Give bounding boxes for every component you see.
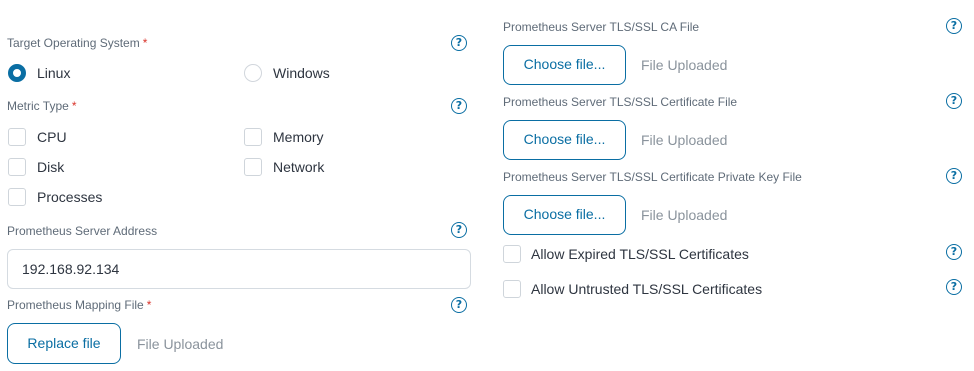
checkbox-processes-label: Processes [37, 189, 103, 205]
checkbox-disk[interactable] [8, 158, 26, 176]
checkbox-network-label: Network [273, 159, 325, 175]
radio-windows[interactable] [244, 64, 262, 82]
help-icon[interactable]: ? [946, 18, 962, 34]
help-icon[interactable]: ? [451, 35, 467, 51]
target-os-label: Target Operating System * [7, 36, 148, 50]
key-file-status: File Uploaded [641, 207, 728, 223]
replace-file-button[interactable]: Replace file [7, 323, 121, 364]
ca-file-choose-button[interactable]: Choose file... [503, 45, 626, 85]
radio-linux[interactable] [8, 64, 26, 82]
metric-type-label: Metric Type * [7, 99, 77, 113]
checkbox-disk-label: Disk [37, 159, 65, 175]
help-icon[interactable]: ? [451, 297, 467, 313]
cert-file-choose-button[interactable]: Choose file... [503, 120, 626, 160]
checkbox-cpu-label: CPU [37, 129, 67, 145]
allow-untrusted-label: Allow Untrusted TLS/SSL Certificates [531, 281, 763, 297]
checkbox-processes[interactable] [8, 188, 26, 206]
help-icon[interactable]: ? [946, 168, 962, 184]
cert-file-status: File Uploaded [641, 132, 728, 148]
key-file-choose-button[interactable]: Choose file... [503, 195, 626, 235]
checkbox-network[interactable] [244, 158, 262, 176]
required-mark: * [71, 99, 77, 113]
radio-windows-label: Windows [273, 65, 330, 81]
key-file-label: Prometheus Server TLS/SSL Certificate Pr… [503, 170, 802, 184]
allow-expired-checkbox[interactable] [503, 245, 521, 263]
help-icon[interactable]: ? [946, 279, 962, 295]
mapping-file-label: Prometheus Mapping File * [7, 298, 152, 312]
ca-file-status: File Uploaded [641, 57, 728, 73]
help-icon[interactable]: ? [451, 222, 467, 238]
mapping-file-status: File Uploaded [137, 336, 224, 352]
help-icon[interactable]: ? [451, 98, 467, 114]
cert-file-label: Prometheus Server TLS/SSL Certificate Fi… [503, 95, 738, 109]
server-address-label: Prometheus Server Address [7, 224, 158, 238]
allow-untrusted-checkbox[interactable] [503, 280, 521, 298]
allow-expired-label: Allow Expired TLS/SSL Certificates [531, 246, 749, 262]
help-icon[interactable]: ? [946, 244, 962, 260]
checkbox-memory-label: Memory [273, 129, 324, 145]
checkbox-memory[interactable] [244, 128, 262, 146]
ca-file-label: Prometheus Server TLS/SSL CA File [503, 20, 700, 34]
radio-linux-label: Linux [37, 65, 71, 81]
required-mark: * [142, 36, 148, 50]
checkbox-cpu[interactable] [8, 128, 26, 146]
server-address-input[interactable]: 192.168.92.134 [7, 249, 471, 289]
required-mark: * [146, 298, 152, 312]
help-icon[interactable]: ? [946, 93, 962, 109]
